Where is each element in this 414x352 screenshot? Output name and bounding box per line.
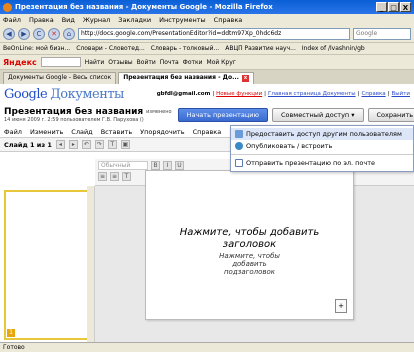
- next-slide-icon[interactable]: ▸: [68, 140, 78, 149]
- menu-view[interactable]: Вид: [62, 16, 75, 24]
- align-left-icon[interactable]: ≡: [98, 172, 107, 181]
- yandex-item[interactable]: Мой Круг: [207, 59, 236, 66]
- dropdown-item-publish[interactable]: Опубликовать / встроить: [231, 140, 413, 152]
- bold-icon[interactable]: B: [151, 161, 160, 170]
- text-icon[interactable]: T: [107, 140, 117, 149]
- tab-docs-list[interactable]: Документы Google - Весь список: [3, 72, 117, 84]
- clear-format-icon[interactable]: T: [122, 172, 131, 181]
- reload-button[interactable]: C: [33, 28, 45, 40]
- dropdown-item-label: Предоставить доступ другим пользователям: [246, 130, 402, 138]
- home-button[interactable]: ⌂: [63, 28, 75, 40]
- browser-menubar: Файл Правка Вид Журнал Закладки Инструме…: [0, 14, 414, 26]
- edited-label: изменено: [146, 109, 172, 115]
- redo-icon[interactable]: ↷: [94, 140, 104, 149]
- bookmark-item[interactable]: BeOnLine: мой бизн...: [3, 45, 70, 52]
- forward-button[interactable]: ▶: [18, 28, 30, 40]
- tab-bar: Документы Google - Весь список Презентац…: [0, 70, 414, 84]
- yandex-logo[interactable]: Яндекс: [3, 58, 37, 67]
- app-menu-slide[interactable]: Слайд: [71, 128, 92, 136]
- people-icon: [235, 130, 243, 138]
- thumbnails-scrollbar[interactable]: [87, 186, 94, 342]
- status-bar: Готово: [0, 342, 414, 352]
- menu-edit[interactable]: Правка: [29, 16, 54, 24]
- doc-titlebar: Презентация без названия изменено 14 июн…: [0, 104, 414, 126]
- firefox-icon: [3, 2, 12, 12]
- user-links: gbfdl@gmail.com | Новые функции | Главна…: [156, 91, 410, 97]
- bookmark-item[interactable]: АВЦП Развитие науч...: [225, 45, 296, 52]
- start-presentation-button[interactable]: Начать презентацию: [177, 108, 268, 122]
- minimize-button[interactable]: _: [376, 2, 387, 12]
- italic-icon[interactable]: I: [163, 161, 172, 170]
- tab-close-icon[interactable]: x: [241, 75, 249, 82]
- docs-home-link[interactable]: Главная страница Документы: [268, 91, 356, 97]
- slide-thumbnail[interactable]: 1: [4, 190, 91, 340]
- underline-icon[interactable]: U: [175, 161, 184, 170]
- dropdown-item-share[interactable]: Предоставить доступ другим пользователям: [231, 128, 413, 140]
- menu-tools[interactable]: Инструменты: [159, 16, 206, 24]
- new-features-link[interactable]: Новые функции: [216, 91, 262, 97]
- edited-info: 14 июня 2009 г. 2:59 пользователем Г.В. …: [4, 117, 144, 123]
- maximize-button[interactable]: □: [388, 2, 399, 12]
- menu-file[interactable]: Файл: [3, 16, 21, 24]
- dropdown-separator: [231, 154, 413, 155]
- yandex-search-input[interactable]: [40, 57, 81, 67]
- docs-header: Google Документы gbfdl@gmail.com | Новые …: [0, 84, 414, 104]
- logout-link[interactable]: Выйти: [392, 91, 410, 97]
- slide-canvas[interactable]: Нажмите, чтобы добавить заголовок Нажмит…: [145, 170, 354, 320]
- app-menu-file[interactable]: Файл: [4, 128, 22, 136]
- globe-icon: [235, 142, 243, 150]
- menu-help[interactable]: Справка: [214, 16, 243, 24]
- mail-icon: [235, 159, 243, 167]
- font-style-select[interactable]: Обычный: [98, 161, 148, 170]
- slide-number-badge: 1: [7, 329, 15, 337]
- dropdown-item-label: Отправить презентацию по эл. почте: [246, 159, 376, 167]
- tab-presentation-label: Презентация без названия - До...: [123, 74, 239, 81]
- stop-button[interactable]: ✕: [48, 28, 60, 40]
- app-menu-edit[interactable]: Изменить: [30, 128, 63, 136]
- bookmark-item[interactable]: Словари - Словотед...: [76, 45, 145, 52]
- doc-title[interactable]: Презентация без названия: [4, 107, 143, 117]
- app-menu-help[interactable]: Справка: [193, 128, 222, 136]
- add-element-button[interactable]: +: [335, 299, 347, 313]
- user-email: gbfdl@gmail.com: [156, 91, 211, 97]
- yandex-item[interactable]: Фотки: [183, 59, 203, 66]
- app-menu-arrange[interactable]: Упорядочить: [140, 128, 184, 136]
- prev-slide-icon[interactable]: ◂: [55, 140, 65, 149]
- yandex-toolbar: Яндекс Найти Отзывы Войти Почта Фотки Мо…: [0, 55, 414, 70]
- slide-counter: Слайд 1 из 1: [4, 140, 52, 149]
- align-center-icon[interactable]: ≡: [110, 172, 119, 181]
- dropdown-item-label: Опубликовать / встроить: [246, 142, 333, 150]
- bookmarks-bar: BeOnLine: мой бизн... Словари - Словотед…: [0, 43, 414, 55]
- save-close-button[interactable]: Сохранить и закрыть: [367, 108, 414, 122]
- app-menu-insert[interactable]: Вставить: [101, 128, 132, 136]
- image-icon[interactable]: ▣: [120, 140, 130, 149]
- help-link[interactable]: Справка: [361, 91, 385, 97]
- yandex-find-button[interactable]: Найти: [85, 59, 104, 66]
- slide-canvas-area: Нажмите, чтобы добавить заголовок Нажмит…: [95, 170, 414, 342]
- url-input[interactable]: http://docs.google.com/PresentationEdito…: [78, 28, 350, 40]
- main-area: 1 Нажмите, чтобы добавить заголовок Нажм…: [0, 170, 414, 342]
- search-input[interactable]: Google: [353, 28, 411, 40]
- bookmark-item[interactable]: Словарь - толковый...: [151, 45, 219, 52]
- slide-subtitle-placeholder[interactable]: Нажмите, чтобы добавить подзаголовок: [146, 252, 353, 276]
- share-dropdown: Предоставить доступ другим пользователям…: [230, 125, 414, 172]
- window-title: Презентация без названия - Документы Goo…: [15, 3, 273, 11]
- menu-history[interactable]: Журнал: [83, 16, 110, 24]
- yandex-item[interactable]: Отзывы: [108, 59, 132, 66]
- undo-icon[interactable]: ↶: [81, 140, 91, 149]
- share-button[interactable]: Совместный доступ ▾: [271, 108, 364, 122]
- menu-bookmarks[interactable]: Закладки: [118, 16, 151, 24]
- tab-presentation[interactable]: Презентация без названия - До... x: [118, 72, 254, 84]
- yandex-item[interactable]: Почта: [160, 59, 179, 66]
- dropdown-item-email[interactable]: Отправить презентацию по эл. почте: [231, 157, 413, 169]
- close-button[interactable]: X: [400, 2, 411, 12]
- google-docs-logo[interactable]: Google Документы: [4, 87, 124, 102]
- bookmark-item[interactable]: Index of /lvashnin/gb: [302, 45, 365, 52]
- navigation-toolbar: ◀ ▶ C ✕ ⌂ http://docs.google.com/Present…: [0, 26, 414, 43]
- yandex-item[interactable]: Войти: [137, 59, 156, 66]
- slide-thumbnails-panel: 1: [0, 186, 95, 342]
- window-titlebar: Презентация без названия - Документы Goo…: [0, 0, 414, 14]
- back-button[interactable]: ◀: [3, 28, 15, 40]
- slide-title-placeholder[interactable]: Нажмите, чтобы добавить заголовок: [146, 227, 353, 251]
